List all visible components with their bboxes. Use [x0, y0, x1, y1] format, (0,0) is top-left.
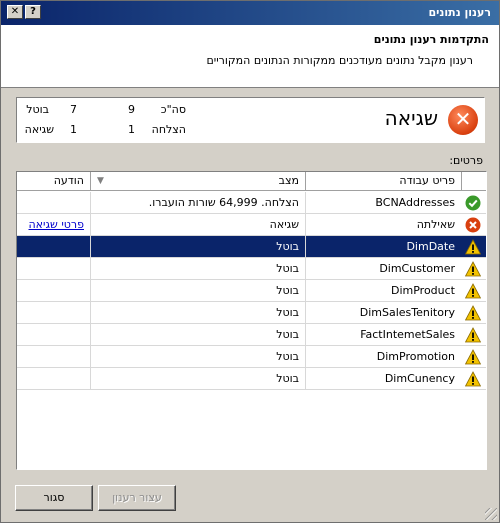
status-cell: בוטל — [90, 280, 305, 302]
summary-panel: ✕ שגיאה 9 סה"כ 7 בוטל 1 הצלחה 1 שגיאה — [16, 97, 485, 143]
cancelled-count: 7 — [70, 103, 77, 116]
table-row[interactable]: הצלחה. 64,999 שורות הועברו. BCNAddresses — [17, 192, 486, 214]
stop-refresh-button[interactable]: עצור רענון — [98, 485, 176, 511]
error-icon — [465, 217, 481, 233]
header-panel: התקדמות רענון נתונים רענון מקבל נתונים מ… — [1, 25, 499, 88]
message-cell — [17, 302, 90, 324]
success-icon — [465, 195, 481, 211]
error-count: 1 — [70, 123, 77, 136]
title-bar: ✕ ? רענון נתונים — [1, 1, 499, 25]
table-row[interactable]: בוטל DimProduct — [17, 280, 486, 302]
close-window-button[interactable]: ✕ — [7, 5, 23, 19]
grid-header: פריט עבודה מצב ▼ הודעה — [17, 172, 486, 191]
overall-status: שגיאה — [384, 106, 438, 130]
help-button[interactable]: ? — [25, 5, 41, 19]
details-grid[interactable]: פריט עבודה מצב ▼ הודעה הצלחה. 64,999 שור… — [16, 171, 487, 470]
row-status-icon-cell — [461, 236, 486, 258]
total-label: סה"כ — [160, 103, 186, 116]
message-cell — [17, 280, 90, 302]
status-cell: בוטל — [90, 236, 305, 258]
refresh-dialog: ✕ ? רענון נתונים התקדמות רענון נתונים רע… — [0, 0, 500, 523]
icon-column-header[interactable] — [461, 172, 486, 191]
row-status-icon-cell — [461, 258, 486, 280]
message-cell: פרטי שגיאה — [17, 214, 90, 236]
warning-icon — [465, 283, 481, 299]
table-row[interactable]: בוטל DimDate — [17, 236, 486, 258]
work-item-cell: שאילתה — [305, 214, 461, 236]
work-item-cell: DimPromotion — [305, 346, 461, 368]
message-cell — [17, 258, 90, 280]
row-status-icon-cell — [461, 302, 486, 324]
error-status-icon: ✕ — [448, 105, 478, 135]
message-cell — [17, 236, 90, 258]
status-column-header[interactable]: מצב ▼ — [90, 172, 305, 191]
header-title: התקדמות רענון נתונים — [373, 33, 489, 46]
work-item-cell: DimSalesTenitory — [305, 302, 461, 324]
work-item-cell: DimProduct — [305, 280, 461, 302]
row-status-icon-cell — [461, 214, 486, 236]
status-cell: בוטל — [90, 368, 305, 390]
message-cell — [17, 324, 90, 346]
success-count: 1 — [128, 123, 135, 136]
work-item-cell: DimDate — [305, 236, 461, 258]
item-column-header[interactable]: פריט עבודה — [305, 172, 461, 191]
total-count: 9 — [128, 103, 135, 116]
work-item-cell: BCNAddresses — [305, 192, 461, 214]
status-cell: בוטל — [90, 258, 305, 280]
table-row[interactable]: בוטל DimCustomer — [17, 258, 486, 280]
error-details-link[interactable]: פרטי שגיאה — [29, 218, 85, 231]
details-label: פרטים: — [449, 154, 483, 167]
message-cell — [17, 368, 90, 390]
row-status-icon-cell — [461, 368, 486, 390]
status-cell: בוטל — [90, 324, 305, 346]
status-cell: שגיאה — [90, 214, 305, 236]
message-column-header[interactable]: הודעה — [17, 172, 90, 191]
header-subtitle: רענון מקבל נתונים מעודכנים ממקורות הנתונ… — [206, 54, 473, 67]
table-row[interactable]: בוטל DimCunency — [17, 368, 486, 390]
sort-indicator-icon: ▼ — [97, 176, 104, 186]
message-cell — [17, 346, 90, 368]
message-cell — [17, 192, 90, 214]
table-row[interactable]: בוטל FactIntemetSales — [17, 324, 486, 346]
work-item-cell: DimCustomer — [305, 258, 461, 280]
table-row[interactable]: פרטי שגיאה שגיאה שאילתה — [17, 214, 486, 236]
warning-icon — [465, 371, 481, 387]
window-title: רענון נתונים — [428, 6, 491, 19]
row-status-icon-cell — [461, 346, 486, 368]
error-label: שגיאה — [24, 123, 54, 136]
status-cell: בוטל — [90, 346, 305, 368]
warning-icon — [465, 305, 481, 321]
warning-icon — [465, 327, 481, 343]
row-status-icon-cell — [461, 324, 486, 346]
row-status-icon-cell — [461, 192, 486, 214]
warning-icon — [465, 239, 481, 255]
warning-icon — [465, 261, 481, 277]
success-label: הצלחה — [151, 123, 186, 136]
status-cell: הצלחה. 64,999 שורות הועברו. — [90, 192, 305, 214]
cancelled-label: בוטל — [26, 103, 49, 116]
status-cell: בוטל — [90, 302, 305, 324]
status-column-label: מצב — [278, 174, 299, 187]
work-item-cell: DimCunency — [305, 368, 461, 390]
work-item-cell: FactIntemetSales — [305, 324, 461, 346]
table-row[interactable]: בוטל DimSalesTenitory — [17, 302, 486, 324]
warning-icon — [465, 349, 481, 365]
row-status-icon-cell — [461, 280, 486, 302]
resize-grip[interactable] — [485, 508, 497, 520]
close-button[interactable]: סגור — [15, 485, 93, 511]
table-row[interactable]: בוטל DimPromotion — [17, 346, 486, 368]
